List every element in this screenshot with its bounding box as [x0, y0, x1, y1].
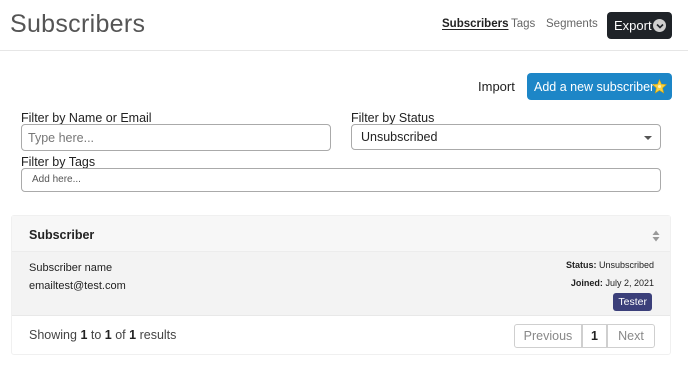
- table-footer: Showing 1 to 1 of 1 results Previous 1 N…: [12, 316, 670, 356]
- subscriber-name: Subscriber name: [29, 262, 113, 274]
- filter-status-select[interactable]: Unsubscribed: [351, 124, 661, 150]
- nav-subscribers[interactable]: Subscribers: [442, 18, 508, 30]
- export-label: Export: [614, 18, 652, 33]
- filter-status-label: Filter by Status: [351, 111, 435, 125]
- filter-status-value: Unsubscribed: [361, 130, 438, 144]
- export-button[interactable]: Export: [607, 12, 672, 39]
- filter-tags-label: Filter by Tags: [21, 155, 96, 169]
- previous-page-button[interactable]: Previous: [514, 324, 582, 348]
- status-key: Status:: [565, 260, 597, 270]
- nav-tags[interactable]: Tags: [511, 18, 535, 30]
- subscriber-joined: Joined: July 2, 2021: [571, 278, 654, 288]
- filter-tags-input[interactable]: Add here...: [21, 168, 661, 192]
- status-value: Unsubscribed: [598, 260, 654, 270]
- add-subscriber-label: Add a new subscriber: [534, 79, 655, 94]
- nav-segments[interactable]: Segments: [546, 18, 598, 30]
- results-summary: Showing 1 to 1 of 1 results: [29, 328, 177, 342]
- subscriber-email: emailtest@test.com: [29, 280, 126, 292]
- page-title: Subscribers: [10, 10, 146, 38]
- import-link[interactable]: Import: [478, 79, 515, 94]
- table-header[interactable]: Subscriber: [12, 216, 670, 252]
- table-row[interactable]: Subscriber name emailtest@test.com Statu…: [12, 252, 670, 316]
- filter-name-label: Filter by Name or Email: [21, 111, 152, 125]
- next-page-button[interactable]: Next: [607, 324, 655, 348]
- subscriber-status: Status: Unsubscribed: [566, 260, 654, 270]
- top-bar: Subscribers Subscribers Tags Segments Ex…: [0, 0, 688, 51]
- caret-down-icon: [644, 136, 652, 140]
- add-subscriber-button[interactable]: Add a new subscriber: [527, 73, 672, 100]
- joined-value: July 2, 2021: [605, 278, 654, 288]
- chevron-down-icon: [653, 19, 666, 32]
- joined-key: Joined:: [570, 278, 603, 288]
- column-subscriber: Subscriber: [29, 228, 95, 242]
- sort-icon[interactable]: [652, 230, 660, 242]
- subscribers-table: Subscriber Subscriber name emailtest@tes…: [11, 215, 671, 355]
- filter-name-input[interactable]: [21, 124, 331, 151]
- tag-badge[interactable]: Tester: [613, 293, 652, 311]
- sparkle-star-icon: [652, 79, 667, 94]
- page-1-button[interactable]: 1: [582, 324, 607, 348]
- filter-tags-placeholder: Add here...: [32, 174, 81, 185]
